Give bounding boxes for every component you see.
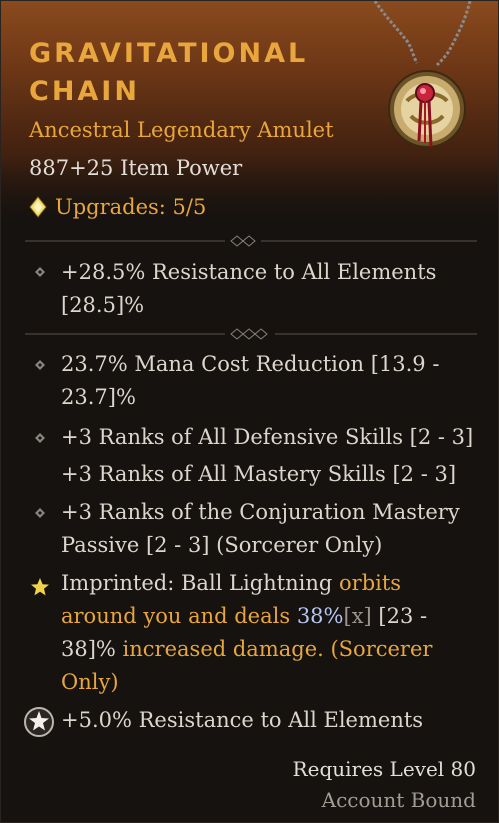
affix-mastery-skills: +3 Ranks of All Mastery Skills [2 - 3] xyxy=(61,462,457,486)
aspect-orbits: orbits xyxy=(339,571,402,595)
aspect-range-a: [23 - xyxy=(371,604,428,628)
implicit-affix: +28.5% Resistance to All Elements [28.5]… xyxy=(61,256,481,322)
affix-defensive-skills: +3 Ranks of All Defensive Skills [2 - 3] xyxy=(61,425,474,449)
affix-conjuration-mastery: +3 Ranks of the Conjuration Mastery Pass… xyxy=(61,496,481,562)
item-power: 887+25 Item Power xyxy=(29,156,243,180)
aspect-line-3: 38]% increased damage. (Sorcerer xyxy=(61,633,481,666)
gem-socket-icon[interactable] xyxy=(23,706,55,738)
implicit-line-1: +28.5% Resistance to All Elements xyxy=(61,260,437,284)
affix-conj-line-2: Passive [2 - 3] (Sorcerer Only) xyxy=(61,533,383,557)
aspect-line-2-gold: around you and deals xyxy=(61,604,297,628)
upgrade-diamond-icon xyxy=(29,196,47,218)
affix-bullet-icon xyxy=(35,267,45,277)
item-type: Ancestral Legendary Amulet xyxy=(29,118,334,142)
affix-mana-line-2: 23.7]% xyxy=(61,385,136,409)
item-name: Gravitational Chain xyxy=(29,38,309,107)
aspect-imprinted: Imprinted: Ball Lightning orbits around … xyxy=(61,567,481,699)
implicit-line-2: [28.5]% xyxy=(61,293,145,317)
divider xyxy=(25,328,477,340)
aspect-range-b: 38]% xyxy=(61,637,116,661)
affix-conj-line-1: +3 Ranks of the Conjuration Mastery xyxy=(61,500,460,524)
aspect-star-icon xyxy=(31,578,49,596)
aspect-line-3-gold: increased damage. (Sorcerer xyxy=(115,637,433,661)
requires-level: Requires Level 80 xyxy=(292,757,476,781)
socket-affix: +5.0% Resistance to All Elements xyxy=(61,708,424,732)
aspect-line-4: Only) xyxy=(61,670,119,694)
amulet-icon[interactable] xyxy=(365,1,485,171)
aspect-prefix: Imprinted: Ball Lightning xyxy=(61,571,340,595)
aspect-line-2: around you and deals 38%[x] [23 - xyxy=(61,600,481,633)
aspect-line-1: Imprinted: Ball Lightning orbits xyxy=(61,567,481,600)
affix-mana-cost: 23.7% Mana Cost Reduction [13.9 - 23.7]% xyxy=(61,348,481,414)
item-tooltip: Gravitational Chain Ancestral Legendary … xyxy=(0,0,499,823)
upgrades-row: Upgrades: 5/5 xyxy=(29,195,206,219)
affix-bullet-icon xyxy=(35,508,45,518)
divider xyxy=(25,235,477,247)
affix-bullet-icon xyxy=(35,433,45,443)
affix-mana-line-1: 23.7% Mana Cost Reduction [13.9 - xyxy=(61,352,440,376)
aspect-x: [x] xyxy=(343,604,372,628)
upgrades-text: Upgrades: 5/5 xyxy=(55,195,207,219)
account-bound: Account Bound xyxy=(321,788,476,812)
aspect-value: 38% xyxy=(296,604,344,628)
affix-bullet-icon xyxy=(35,360,45,370)
